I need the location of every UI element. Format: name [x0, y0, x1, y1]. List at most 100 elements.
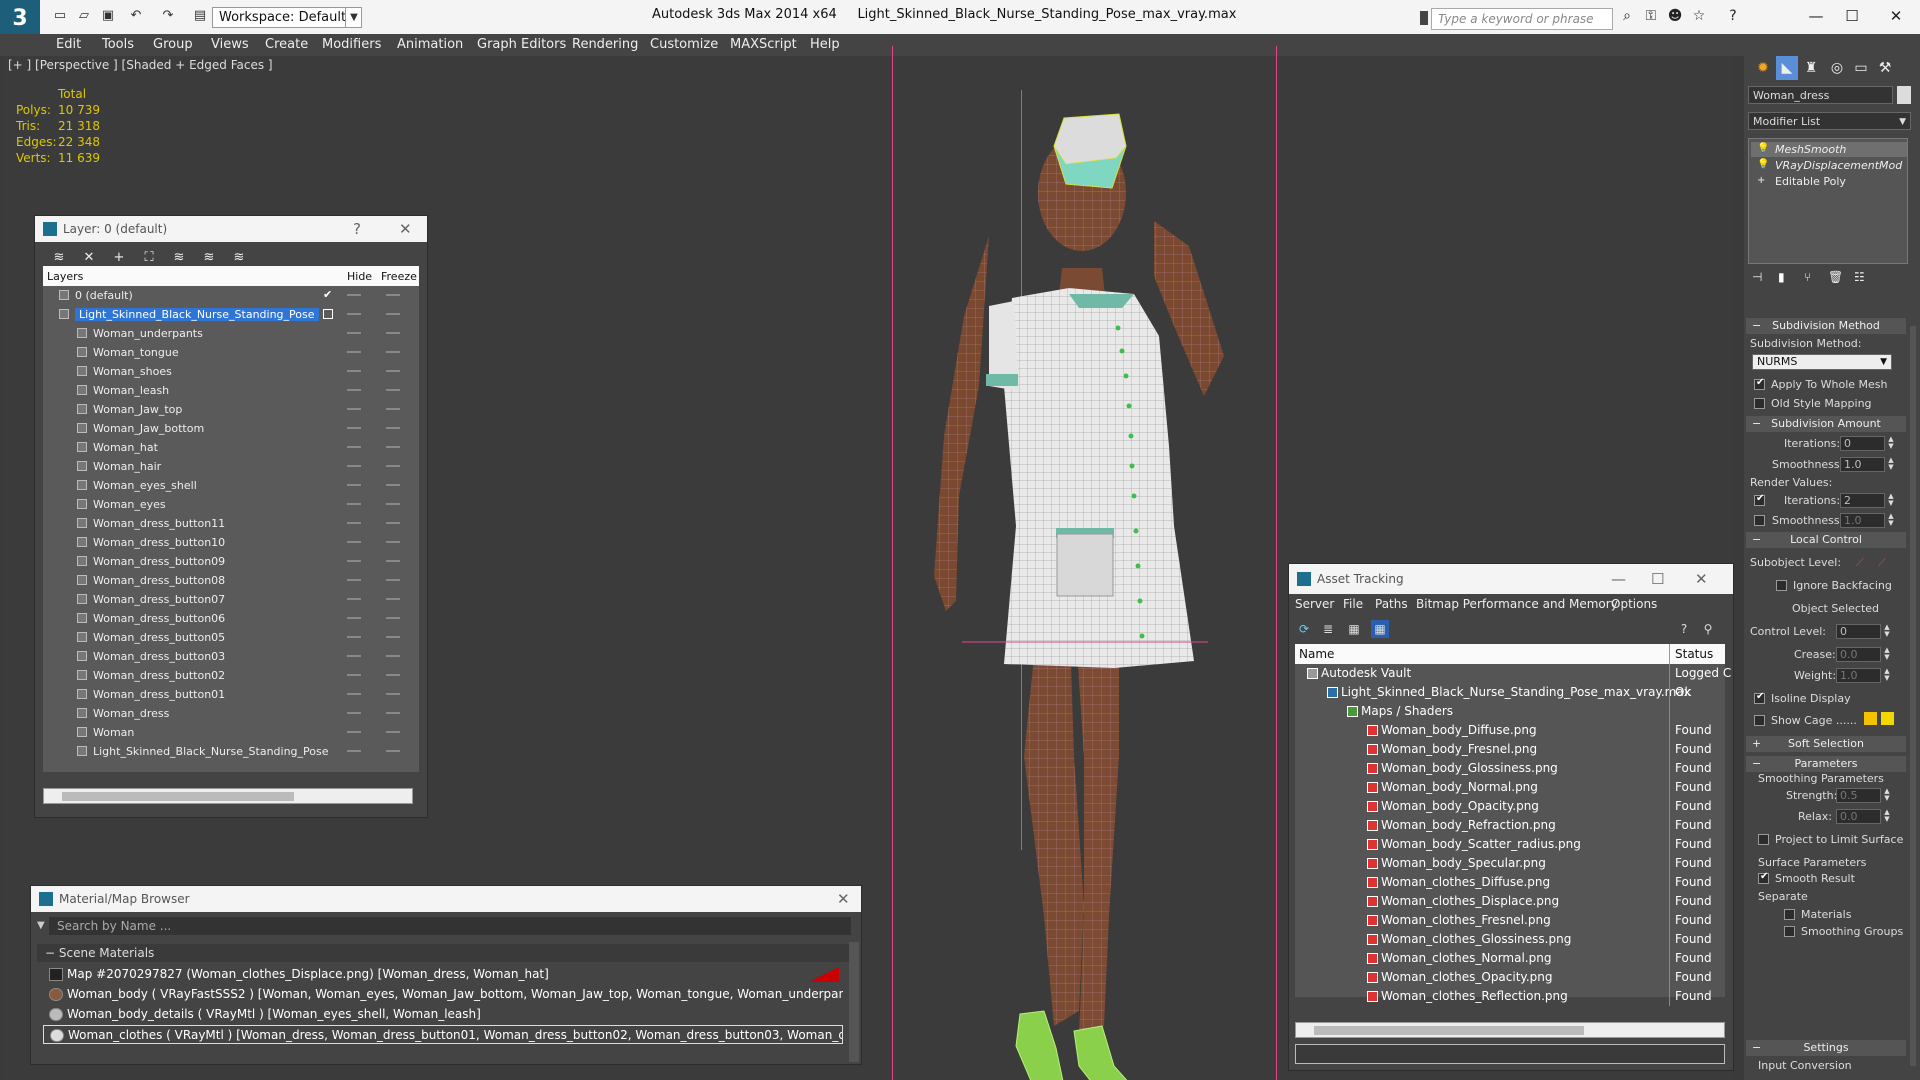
cage-color-swatch[interactable]	[1864, 712, 1877, 725]
menu-paths[interactable]: Paths	[1375, 597, 1408, 611]
menu-edit[interactable]: Edit	[56, 37, 81, 52]
freeze-toggle[interactable]	[386, 598, 400, 600]
menu-server[interactable]: Server	[1295, 597, 1334, 611]
column-freeze[interactable]: Freeze	[381, 270, 417, 283]
render-iterations-spinner[interactable]: 2	[1840, 493, 1885, 508]
layer-row[interactable]: Woman_dress_button09	[43, 552, 419, 571]
asset-row[interactable]: Woman_clothes_Glossiness.png Found	[1295, 930, 1725, 949]
minimize-icon[interactable]: —	[1611, 564, 1626, 594]
freeze-toggle[interactable]	[386, 446, 400, 448]
layer-row[interactable]: Woman_shoes	[43, 362, 419, 381]
asset-row[interactable]: Woman_clothes_Diffuse.png Found	[1295, 873, 1725, 892]
asset-row[interactable]: Woman_clothes_Normal.png Found	[1295, 949, 1725, 968]
freeze-toggle[interactable]	[386, 636, 400, 638]
old-style-mapping-checkbox[interactable]	[1754, 398, 1765, 409]
layer-panel-titlebar[interactable]: Layer: 0 (default) ? ✕	[35, 216, 427, 242]
menu-help[interactable]: Help	[810, 37, 840, 52]
material-item-selected[interactable]: Woman_clothes ( VRayMtl ) [Woman_dress, …	[43, 1025, 843, 1044]
stack-item-vraydisplacement[interactable]: 💡 VRayDisplacementMod	[1751, 158, 1907, 173]
menu-views[interactable]: Views	[211, 37, 249, 52]
horizontal-scrollbar[interactable]	[43, 788, 413, 804]
spinner-arrows-icon[interactable]: ▲ ▼	[1887, 457, 1895, 472]
create-tab-icon[interactable]: ✹	[1752, 56, 1774, 80]
layer-row[interactable]: Woman_dress_button08	[43, 571, 419, 590]
maximize-icon[interactable]: ☐	[1651, 564, 1664, 594]
menu-options[interactable]: Options	[1611, 597, 1657, 611]
layer-row[interactable]: Woman_hair	[43, 457, 419, 476]
modifier-list-dropdown[interactable]: Modifier List ▼	[1748, 112, 1911, 130]
freeze-toggle[interactable]	[386, 731, 400, 733]
smooth-result-checkbox[interactable]	[1758, 871, 1769, 884]
expand-icon[interactable]: +	[1757, 175, 1765, 186]
menu-tools[interactable]: Tools	[102, 37, 134, 52]
remove-modifier-icon[interactable]: 🗑	[1828, 270, 1843, 284]
hide-toggle[interactable]	[347, 313, 361, 315]
layer-row[interactable]: Woman_tongue	[43, 343, 419, 362]
asset-row[interactable]: Woman_clothes_Opacity.png Found	[1295, 968, 1725, 987]
hide-toggle[interactable]	[347, 655, 361, 657]
layer-row[interactable]: Woman	[43, 723, 419, 742]
help-icon[interactable]: ?	[1675, 620, 1693, 638]
asset-row[interactable]: Maps / Shaders	[1295, 702, 1725, 721]
help-icon[interactable]: ?	[353, 216, 361, 242]
layer-row[interactable]: Woman_dress_button11	[43, 514, 419, 533]
freeze-toggle[interactable]	[386, 389, 400, 391]
hide-toggle[interactable]	[347, 389, 361, 391]
apply-whole-mesh-checkbox[interactable]	[1754, 377, 1765, 390]
layer-row[interactable]: Woman_eyes_shell	[43, 476, 419, 495]
spinner-arrows-icon[interactable]: ▲ ▼	[1883, 668, 1891, 683]
freeze-toggle[interactable]	[386, 522, 400, 524]
motion-tab-icon[interactable]: ◎	[1826, 56, 1848, 80]
lightbulb-icon[interactable]: 💡	[1757, 159, 1769, 170]
asset-row[interactable]: Autodesk Vault Logged C	[1295, 664, 1731, 683]
weight-spinner[interactable]: 1.0	[1836, 668, 1881, 683]
scene-materials-section[interactable]: − Scene Materials	[37, 944, 849, 962]
minimize-icon[interactable]: —	[1800, 4, 1832, 28]
column-name[interactable]: Name	[1299, 647, 1334, 661]
hide-toggle[interactable]	[347, 617, 361, 619]
scrollbar-thumb[interactable]	[1314, 1026, 1584, 1035]
layer-row[interactable]: Woman_leash	[43, 381, 419, 400]
render-iterations-checkbox[interactable]	[1754, 493, 1765, 506]
help-icon[interactable]: ?	[1723, 8, 1743, 26]
layer-row[interactable]: Woman_dress_button07	[43, 590, 419, 609]
isoline-display-checkbox[interactable]	[1754, 691, 1765, 704]
asset-row[interactable]: Woman_body_Normal.png Found	[1295, 778, 1725, 797]
configure-modifier-sets-icon[interactable]: ☷	[1854, 270, 1865, 284]
current-layer-check-icon[interactable]: ✔	[323, 288, 332, 301]
pin-stack-icon[interactable]: ⊣	[1752, 270, 1762, 284]
redo-icon[interactable]: ↷	[158, 8, 178, 26]
undo-icon[interactable]: ↶	[126, 8, 146, 26]
spinner-arrows-icon[interactable]: ▲ ▼	[1883, 624, 1891, 639]
asset-row[interactable]: Woman_body_Diffuse.png Found	[1295, 721, 1725, 740]
hide-toggle[interactable]	[347, 332, 361, 334]
menu-rendering[interactable]: Rendering	[572, 37, 638, 52]
hide-toggle[interactable]	[347, 351, 361, 353]
spinner-arrows-icon[interactable]: ▲ ▼	[1887, 493, 1895, 508]
freeze-toggle[interactable]	[386, 712, 400, 714]
hide-toggle[interactable]	[347, 579, 361, 581]
lightbulb-icon[interactable]: 💡	[1757, 143, 1769, 154]
subobject-edge-icon[interactable]: ⟋	[1878, 556, 1886, 570]
display-tab-icon[interactable]: ▭	[1850, 56, 1872, 80]
smoothness-spinner[interactable]: 1.0	[1840, 457, 1885, 472]
layer-row[interactable]: Woman_dress_button03	[43, 647, 419, 666]
hide-toggle[interactable]	[347, 598, 361, 600]
hide-toggle[interactable]	[347, 370, 361, 372]
freeze-toggle[interactable]	[386, 427, 400, 429]
asset-row[interactable]: Woman_clothes_Reflection.png Found	[1295, 987, 1725, 1006]
close-icon[interactable]: ✕	[1695, 564, 1708, 594]
rollout-parameters[interactable]: − Parameters	[1746, 756, 1906, 772]
freeze-toggle[interactable]	[386, 465, 400, 467]
binoculars-icon[interactable]: ⌕	[1617, 8, 1637, 26]
project-limit-checkbox[interactable]	[1758, 834, 1769, 845]
key-icon[interactable]: ⚿	[1641, 8, 1661, 26]
freeze-toggle[interactable]	[386, 560, 400, 562]
layer-list[interactable]: 0 (default) ✔ Light_Skinned_Black_Nurse_St…	[43, 286, 419, 772]
workspace-dropdown[interactable]: Workspace: Default	[212, 7, 362, 28]
separate-smoothing-groups-checkbox[interactable]	[1784, 926, 1795, 937]
spinner-arrows-icon[interactable]: ▲ ▼	[1883, 647, 1891, 662]
freeze-toggle[interactable]	[386, 750, 400, 752]
new-file-icon[interactable]: ▭	[50, 8, 70, 26]
object-color-swatch[interactable]	[1897, 86, 1911, 104]
